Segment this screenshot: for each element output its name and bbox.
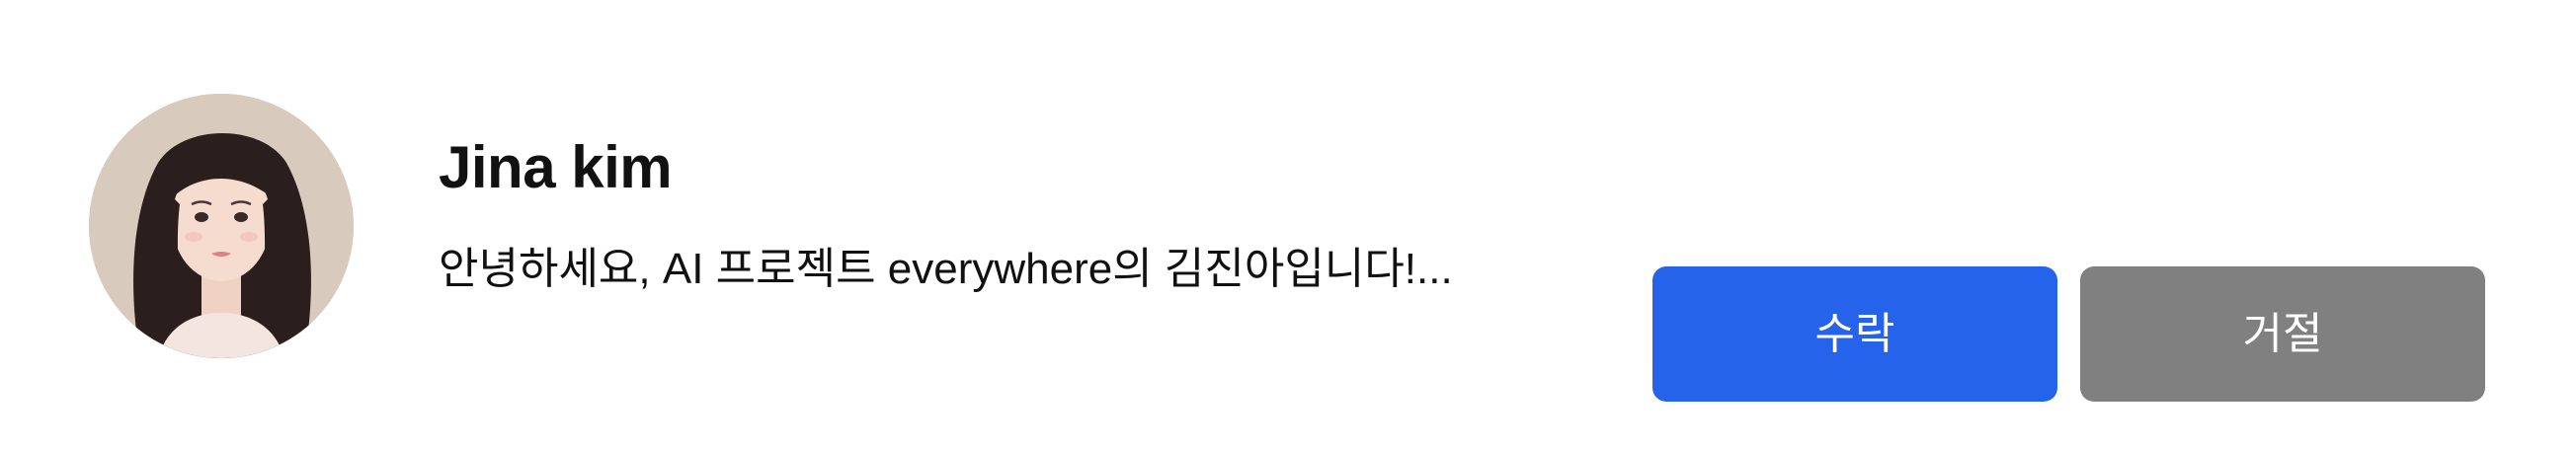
reject-button[interactable]: 거절 (2080, 266, 2485, 402)
request-message: 안녕하세요, AI 프로젝트 everywhere의 김진아입니다!... (439, 245, 1453, 293)
profile-photo-icon (89, 94, 354, 358)
avatar (89, 94, 354, 358)
friend-request-card: Jina kim 안녕하세요, AI 프로젝트 everywhere의 김진아입… (0, 0, 2576, 449)
requester-name: Jina kim (439, 134, 673, 200)
accept-button[interactable]: 수락 (1652, 266, 2057, 402)
